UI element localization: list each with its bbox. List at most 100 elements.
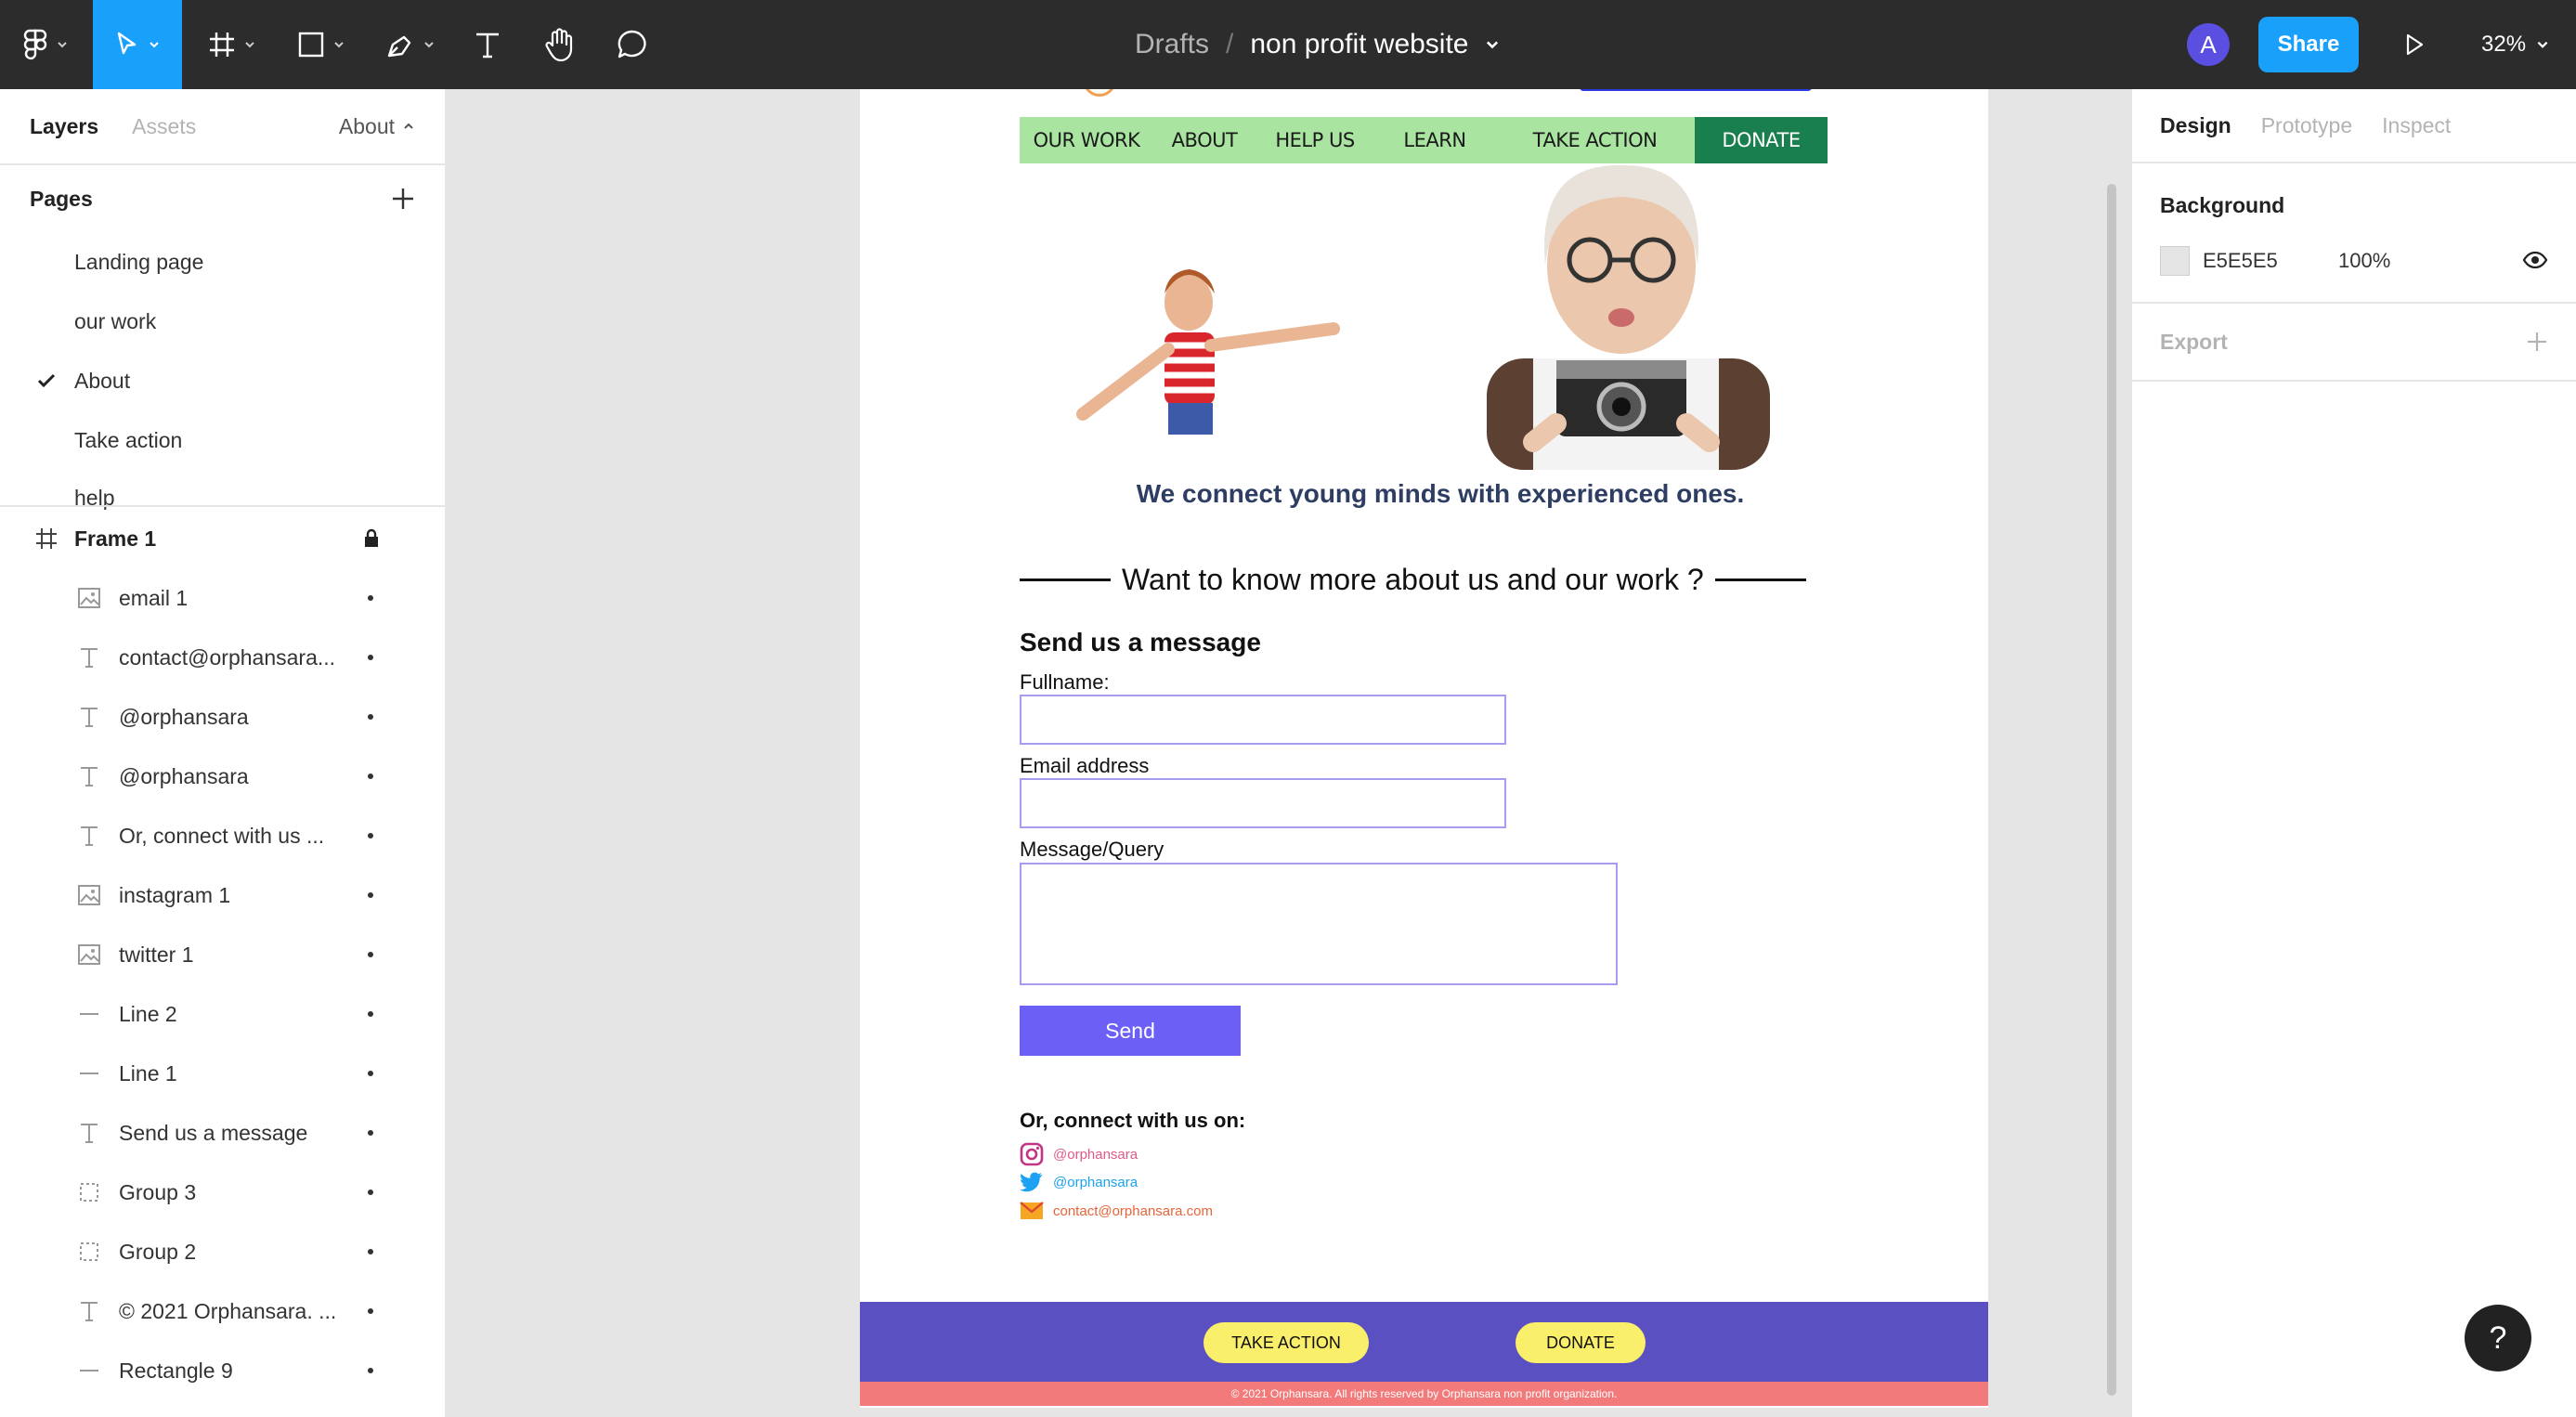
figma-logo-icon: [23, 29, 47, 60]
layer-dot-icon: [368, 595, 373, 601]
page-item-about[interactable]: About: [0, 351, 445, 410]
layer-dot-icon: [368, 892, 373, 898]
layer-row[interactable]: Line 1: [0, 1044, 445, 1103]
tab-inspect[interactable]: Inspect: [2382, 113, 2451, 138]
present-button[interactable]: [2394, 0, 2435, 89]
twitter-link[interactable]: @orphansara: [1020, 1171, 1138, 1193]
layer-row[interactable]: @orphansara: [0, 747, 445, 806]
background-hex[interactable]: E5E5E5: [2203, 249, 2278, 273]
layer-row[interactable]: © 2021 Orphansara. ...: [0, 1281, 445, 1341]
group-icon: [76, 1179, 102, 1205]
file-name[interactable]: non profit website: [1250, 29, 1468, 60]
tab-assets[interactable]: Assets: [132, 114, 196, 139]
text-icon: [76, 1298, 102, 1324]
background-section: Background E5E5E5 100%: [2132, 163, 2576, 304]
nav-about[interactable]: ABOUT: [1153, 117, 1255, 163]
canvas-frame[interactable]: OUR WORK ABOUT HELP US LEARN TAKE ACTION…: [860, 89, 1988, 1408]
page-item-label: About: [74, 368, 131, 393]
nav-donate[interactable]: DONATE: [1695, 117, 1828, 163]
shape-tool-button[interactable]: [284, 0, 358, 89]
layer-row[interactable]: Group 3: [0, 1163, 445, 1222]
pen-tool-button[interactable]: [373, 0, 448, 89]
image-icon: [76, 942, 102, 968]
tab-design[interactable]: Design: [2160, 113, 2231, 138]
logo-fragment: [1083, 89, 1116, 97]
zoom-menu[interactable]: 32%: [2481, 0, 2550, 89]
text-tool-button[interactable]: [464, 0, 511, 89]
site-nav: OUR WORK ABOUT HELP US LEARN TAKE ACTION…: [1020, 117, 1828, 163]
fullname-input[interactable]: [1020, 695, 1506, 745]
move-tool-button[interactable]: [93, 0, 182, 89]
instagram-link[interactable]: @orphansara: [1020, 1142, 1138, 1166]
layer-row[interactable]: Send us a message: [0, 1103, 445, 1163]
layer-row[interactable]: Line 2: [0, 984, 445, 1044]
layer-row[interactable]: Or, connect with us ...: [0, 806, 445, 865]
eye-icon[interactable]: [2522, 250, 2548, 270]
page-item-our-work[interactable]: our work: [0, 292, 445, 351]
layer-row[interactable]: instagram 1: [0, 865, 445, 925]
frame-tool-button[interactable]: [195, 0, 269, 89]
rectangle-icon: [298, 32, 324, 58]
layer-name: twitter 1: [119, 942, 194, 967]
layer-dot-icon: [368, 833, 373, 838]
email-link[interactable]: contact@orphansara.com: [1020, 1201, 1213, 1221]
email-contact: contact@orphansara.com: [1053, 1202, 1213, 1219]
heading-line-right: [1714, 578, 1806, 581]
email-input[interactable]: [1020, 778, 1506, 828]
nav-help-us[interactable]: HELP US: [1255, 117, 1374, 163]
layer-row[interactable]: email 1: [0, 568, 445, 628]
layer-name: Line 1: [119, 1060, 177, 1086]
tab-layers[interactable]: Layers: [30, 114, 98, 139]
avatar[interactable]: A: [2187, 23, 2230, 66]
breadcrumb-drafts[interactable]: Drafts: [1135, 29, 1209, 60]
canvas-scrollbar[interactable]: [2107, 184, 2116, 1396]
help-button[interactable]: ?: [2465, 1305, 2531, 1372]
comment-tool-button[interactable]: [609, 0, 656, 89]
send-button[interactable]: Send: [1020, 1006, 1241, 1056]
layer-row[interactable]: twitter 1: [0, 925, 445, 984]
nav-take-action[interactable]: TAKE ACTION: [1495, 117, 1695, 163]
message-textarea[interactable]: [1020, 863, 1618, 985]
frame-name: Frame 1: [74, 526, 157, 551]
layer-dot-icon: [368, 1011, 373, 1017]
layer-name: contact@orphansara...: [119, 644, 336, 670]
layer-row[interactable]: contact@orphansara...: [0, 628, 445, 687]
page-item-take-action[interactable]: Take action: [0, 410, 445, 470]
page-item-label: Landing page: [74, 249, 204, 274]
footer-donate-button[interactable]: DONATE: [1516, 1322, 1646, 1363]
hand-tool-button[interactable]: [537, 0, 583, 89]
current-page-label: About: [338, 113, 395, 138]
breadcrumb-separator: /: [1226, 29, 1234, 59]
frame-icon: [36, 528, 57, 549]
layer-row[interactable]: @orphansara: [0, 687, 445, 747]
background-opacity[interactable]: 100%: [2338, 249, 2390, 273]
page-selector[interactable]: About: [339, 114, 415, 139]
nav-our-work[interactable]: OUR WORK: [1020, 117, 1153, 163]
copyright-text: © 2021 Orphansara. All rights reserved b…: [860, 1382, 1988, 1406]
grandma-illustration: [1487, 164, 1770, 470]
nav-learn[interactable]: LEARN: [1374, 117, 1495, 163]
design-panel: Design Prototype Inspect Background E5E5…: [2130, 89, 2576, 1417]
group-icon: [76, 1239, 102, 1265]
share-button[interactable]: Share: [2258, 17, 2359, 72]
add-page-icon[interactable]: [391, 187, 415, 211]
footer-take-action-button[interactable]: TAKE ACTION: [1203, 1322, 1369, 1363]
hero-image: [1076, 164, 1770, 470]
chevron-down-icon[interactable]: [1484, 36, 1501, 53]
layer-row[interactable]: Rectangle 9: [0, 1341, 445, 1400]
chevron-down-icon: [58, 42, 67, 48]
text-icon: [76, 704, 102, 730]
background-swatch[interactable]: [2160, 246, 2190, 276]
main-menu-button[interactable]: [13, 0, 78, 89]
tab-prototype[interactable]: Prototype: [2261, 113, 2352, 138]
layer-name: Group 3: [119, 1179, 197, 1204]
cursor-icon: [117, 32, 137, 55]
lock-icon[interactable]: [362, 528, 381, 549]
layer-dot-icon: [368, 655, 373, 660]
layer-row[interactable]: Group 2: [0, 1222, 445, 1281]
checkmark-icon: [37, 373, 56, 388]
layer-frame[interactable]: Frame 1: [0, 509, 445, 568]
page-item-landing-page[interactable]: Landing page: [0, 232, 445, 292]
layer-dot-icon: [368, 1249, 373, 1254]
add-export-icon[interactable]: [2526, 331, 2548, 353]
